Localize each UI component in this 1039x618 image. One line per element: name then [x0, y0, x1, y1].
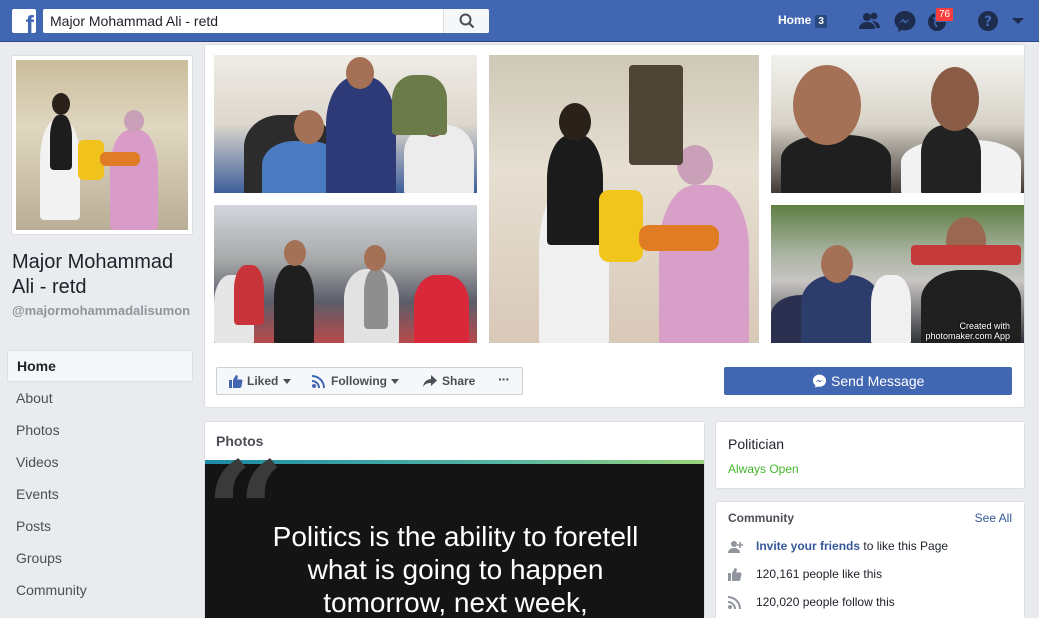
page-sidebar-nav: Home About Photos Videos Events Posts Gr…	[7, 350, 193, 606]
see-all-link[interactable]: See All	[975, 511, 1012, 525]
search-input[interactable]	[43, 9, 443, 33]
more-dots-icon: ···	[498, 371, 510, 387]
sidebar-item-home[interactable]: Home	[7, 350, 193, 382]
follows-count-text: 120,020 people follow this	[756, 595, 895, 609]
share-button[interactable]: Share	[410, 367, 487, 395]
messenger-icon	[812, 374, 827, 388]
following-chevron-down-icon	[391, 379, 399, 384]
invite-friends-text: to like this Page	[860, 539, 949, 553]
sidebar-item-about[interactable]: About	[7, 382, 193, 414]
community-card: Community See All Invite your friends to…	[715, 501, 1025, 618]
cover-photo-bouquet[interactable]	[489, 55, 759, 343]
liked-button[interactable]: Liked	[216, 367, 301, 395]
sidebar-item-videos[interactable]: Videos	[7, 446, 193, 478]
search-box	[43, 9, 489, 33]
top-navigation-bar: f Home3 76 ?	[0, 0, 1039, 42]
about-card: Politician Always Open	[715, 421, 1025, 489]
page-category[interactable]: Politician	[728, 436, 784, 452]
sidebar-item-posts[interactable]: Posts	[7, 510, 193, 542]
cover-watermark: Created with photomaker.com App	[925, 321, 1010, 341]
sidebar-item-community[interactable]: Community	[7, 574, 193, 606]
messenger-icon[interactable]	[893, 10, 917, 32]
invite-friends-row: Invite your friends to like this Page	[728, 538, 1018, 556]
follows-count-row: 120,020 people follow this	[728, 594, 1018, 612]
likes-count-row: 120,161 people like this	[728, 566, 1018, 584]
home-label: Home	[778, 13, 812, 27]
more-options-button[interactable]: ···	[486, 367, 523, 395]
community-title[interactable]: Community	[728, 511, 794, 525]
page-title: Major Mohammad Ali - retd	[12, 251, 174, 298]
share-arrow-icon	[423, 375, 437, 387]
notifications-count-badge: 76	[935, 7, 955, 22]
home-link[interactable]: Home 3	[778, 13, 827, 28]
profile-picture-frame[interactable]	[11, 55, 193, 235]
search-button[interactable]	[443, 9, 489, 33]
quote-text: Politics is the ability to foretell what…	[272, 521, 639, 618]
profile-picture	[16, 60, 188, 230]
account-menu-chevron-down-icon[interactable]	[1011, 10, 1025, 32]
page-username[interactable]: @majormohammadalisumon	[12, 303, 192, 319]
photos-card: Photos “ Politics is the ability to fore…	[204, 421, 705, 618]
cover-photo-rally[interactable]: Created with photomaker.com App	[771, 205, 1024, 343]
following-button[interactable]: Following	[300, 367, 411, 395]
invite-friends-link[interactable]: Invite your friends	[756, 539, 860, 553]
svg-text:?: ?	[984, 14, 992, 30]
sidebar-item-events[interactable]: Events	[7, 478, 193, 510]
facebook-logo-icon[interactable]: f	[12, 9, 36, 33]
quote-image-post[interactable]: “ Politics is the ability to foretell wh…	[205, 444, 704, 618]
rss-follow-icon	[728, 596, 741, 609]
home-count-badge: 3	[815, 15, 827, 28]
send-message-button[interactable]: Send Message	[724, 367, 1012, 395]
cover-photo-meeting[interactable]	[214, 55, 477, 193]
rss-follow-icon	[312, 375, 325, 388]
help-icon[interactable]: ?	[976, 10, 1000, 32]
search-icon	[459, 13, 475, 29]
friend-requests-icon[interactable]	[858, 10, 882, 32]
sidebar-item-photos[interactable]: Photos	[7, 414, 193, 446]
hours-status: Always Open	[728, 462, 799, 476]
liked-chevron-down-icon	[283, 379, 291, 384]
thumbs-up-icon	[728, 568, 742, 581]
cover-photo-portrait[interactable]	[771, 55, 1024, 193]
sidebar-item-groups[interactable]: Groups	[7, 542, 193, 574]
likes-count-text: 120,161 people like this	[756, 567, 883, 581]
invite-friends-icon	[728, 541, 743, 553]
cover-photo-crowd[interactable]	[214, 205, 477, 343]
thumbs-up-icon	[229, 375, 243, 388]
